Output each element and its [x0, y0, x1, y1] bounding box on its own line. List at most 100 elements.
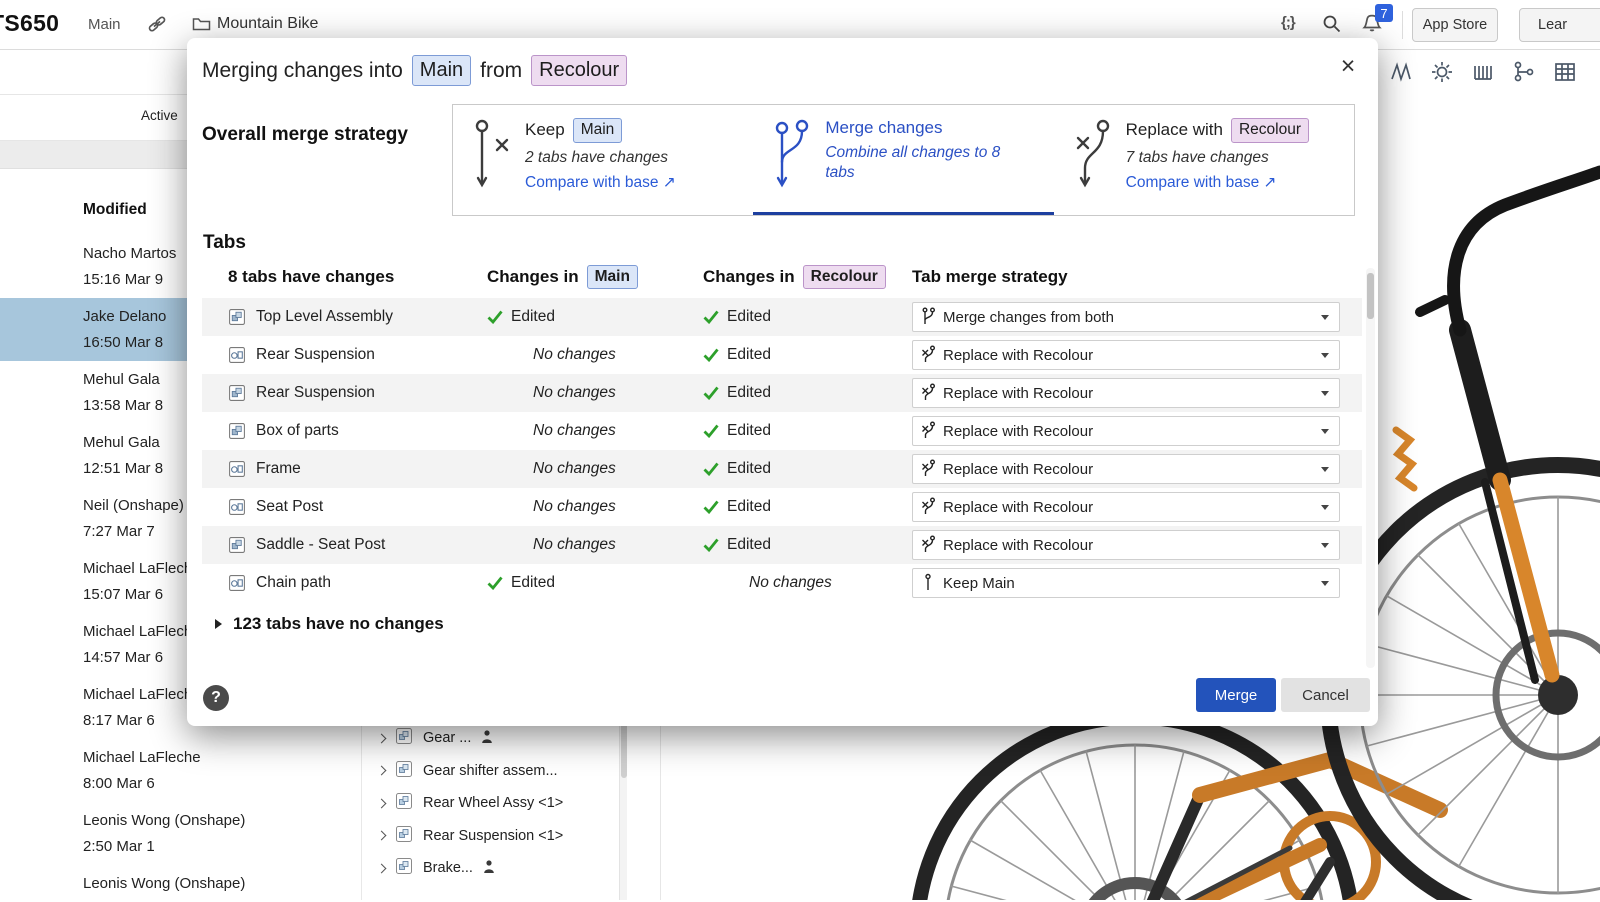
collaborator-person-icon [483, 860, 495, 877]
changes-main-cell: No changes [480, 384, 697, 402]
main-badge: Main [573, 118, 623, 143]
featurescript-icon[interactable]: {;} [1281, 14, 1295, 31]
option-label: Merge changes [825, 118, 942, 138]
table-header-row: 8 tabs have changes Changes in Main Chan… [202, 256, 1362, 298]
entry-name: Leonis Wong (Onshape) [83, 808, 351, 834]
tab-merge-strategy-dropdown[interactable]: Replace with Recolour [912, 416, 1340, 446]
chevron-down-icon [1321, 581, 1329, 586]
table-body: Top Level Assembly Edited Edited [202, 298, 1362, 602]
strategy-mini-icon [921, 345, 935, 365]
search-icon[interactable] [1322, 14, 1342, 39]
no-changes-collapse-row[interactable]: 123 tabs have no changes [215, 602, 1378, 646]
tree-item-label: Brake... [423, 860, 473, 876]
link-icon[interactable] [147, 14, 167, 39]
tab-type-icon [228, 460, 246, 478]
tab-name: Seat Post [256, 498, 323, 516]
tree-scrollbar[interactable] [619, 700, 627, 900]
tab-type-icon [228, 536, 246, 554]
dialog-scrollbar[interactable] [1366, 268, 1375, 668]
option-note: 2 tabs have changes [525, 148, 676, 168]
tree-item[interactable]: Gear ... [366, 722, 616, 755]
changes-main-cell: No changes [480, 498, 697, 516]
tab-merge-strategy-dropdown[interactable]: Replace with Recolour [912, 492, 1340, 522]
history-entry[interactable]: Leonis Wong (Onshape) 2:50 Mar 1 [0, 802, 361, 865]
header-changes-recolour: Changes in Recolour [697, 265, 912, 290]
collaborator-person-icon [481, 730, 493, 747]
tab-type-icon [228, 346, 246, 364]
branch-keep-icon [473, 118, 511, 207]
tab-merge-strategy-dropdown[interactable]: Keep Main [912, 568, 1340, 598]
help-icon[interactable]: ? [203, 685, 229, 711]
edited-check-icon [703, 348, 719, 362]
strategy-keep-main[interactable]: Keep Main 2 tabs have changes Compare wi… [453, 105, 753, 215]
grid-icon[interactable] [1552, 59, 1578, 85]
tree-item[interactable]: Rear Suspension <1> [366, 820, 616, 853]
comb-icon[interactable] [1470, 59, 1496, 85]
strategy-replace-with-recolour[interactable]: Replace with Recolour 7 tabs have change… [1054, 105, 1354, 215]
main-badge: Main [587, 265, 638, 290]
assembly-tab-icon [395, 727, 413, 749]
tab-merge-strategy-dropdown[interactable]: Replace with Recolour [912, 454, 1340, 484]
tab-name: Saddle - Seat Post [256, 536, 385, 554]
option-note: 7 tabs have changes [1126, 148, 1309, 168]
caret-collapsed-icon [215, 619, 222, 629]
option-label: Replace with [1126, 120, 1223, 140]
changes-recolour-cell: Edited [697, 422, 912, 440]
compare-with-base-link[interactable]: Compare with base ↗ [525, 173, 676, 192]
chevron-right-icon[interactable] [377, 831, 387, 841]
breadcrumb-folder[interactable]: Mountain Bike [217, 15, 318, 33]
chevron-right-icon[interactable] [377, 863, 387, 873]
merge-button[interactable]: Merge [1196, 678, 1276, 712]
history-entry[interactable]: Leonis Wong (Onshape) [0, 865, 361, 902]
chevron-right-icon[interactable] [377, 766, 387, 776]
tab-type-icon [228, 422, 246, 440]
chevron-down-icon [1321, 467, 1329, 472]
strategy-mini-icon [921, 421, 935, 441]
recolour-badge: Recolour [1231, 118, 1309, 143]
changes-main-cell: No changes [480, 422, 697, 440]
tab-name: Rear Suspension [256, 384, 375, 402]
spring-icon[interactable] [1388, 59, 1414, 85]
edited-check-icon [703, 500, 719, 514]
tab-merge-strategy-dropdown[interactable]: Merge changes from both [912, 302, 1340, 332]
cancel-button[interactable]: Cancel [1281, 678, 1370, 712]
compare-with-base-link[interactable]: Compare with base ↗ [1126, 173, 1309, 192]
tab-merge-strategy-dropdown[interactable]: Replace with Recolour [912, 340, 1340, 370]
table-row: Frame No changes Edited [202, 450, 1362, 488]
history-entry[interactable]: Michael LaFleche 8:00 Mar 6 [0, 739, 361, 802]
strategy-merge-changes[interactable]: Merge changes Combine all changes to 8 t… [753, 105, 1053, 215]
strategy-mini-icon [921, 307, 935, 327]
chevron-down-icon [1321, 505, 1329, 510]
tab-name: Rear Suspension [256, 346, 375, 364]
tree-item-label: Rear Wheel Assy <1> [423, 795, 563, 811]
tab-merge-strategy-dropdown[interactable]: Replace with Recolour [912, 378, 1340, 408]
dialog-scrollbar-thumb[interactable] [1367, 273, 1374, 319]
folder-icon [192, 16, 211, 37]
tab-type-icon [228, 574, 246, 592]
tree-item[interactable]: Brake... [366, 852, 616, 885]
strategy-mini-icon [921, 497, 935, 517]
option-note: Combine all changes to 8 tabs [825, 143, 1015, 183]
table-row: Chain path Edited No changes [202, 564, 1362, 602]
table-row: Rear Suspension No changes Edited [202, 336, 1362, 374]
chevron-down-icon [1321, 429, 1329, 434]
assembly-tab-icon [395, 825, 413, 847]
tab-type-icon [228, 384, 246, 402]
close-icon[interactable]: × [1332, 51, 1364, 83]
learning-center-button[interactable]: Lear [1519, 8, 1600, 42]
tab-merge-strategy-dropdown[interactable]: Replace with Recolour [912, 530, 1340, 560]
app-store-button[interactable]: App Store [1412, 8, 1498, 42]
chevron-down-icon [1321, 315, 1329, 320]
gear-icon[interactable] [1429, 59, 1455, 85]
tree-item-label: Gear ... [423, 730, 471, 746]
option-label: Keep [525, 120, 565, 140]
workspace-label: Main [88, 16, 121, 33]
chevron-right-icon[interactable] [377, 733, 387, 743]
tree-item[interactable]: Rear Wheel Assy <1> [366, 787, 616, 820]
changes-recolour-cell: Edited [697, 460, 912, 478]
chevron-right-icon[interactable] [377, 798, 387, 808]
tab-name: Frame [256, 460, 301, 478]
hierarchy-icon[interactable] [1511, 59, 1537, 85]
table-row: Saddle - Seat Post No changes Edited [202, 526, 1362, 564]
tree-item[interactable]: Gear shifter assem... [366, 755, 616, 788]
